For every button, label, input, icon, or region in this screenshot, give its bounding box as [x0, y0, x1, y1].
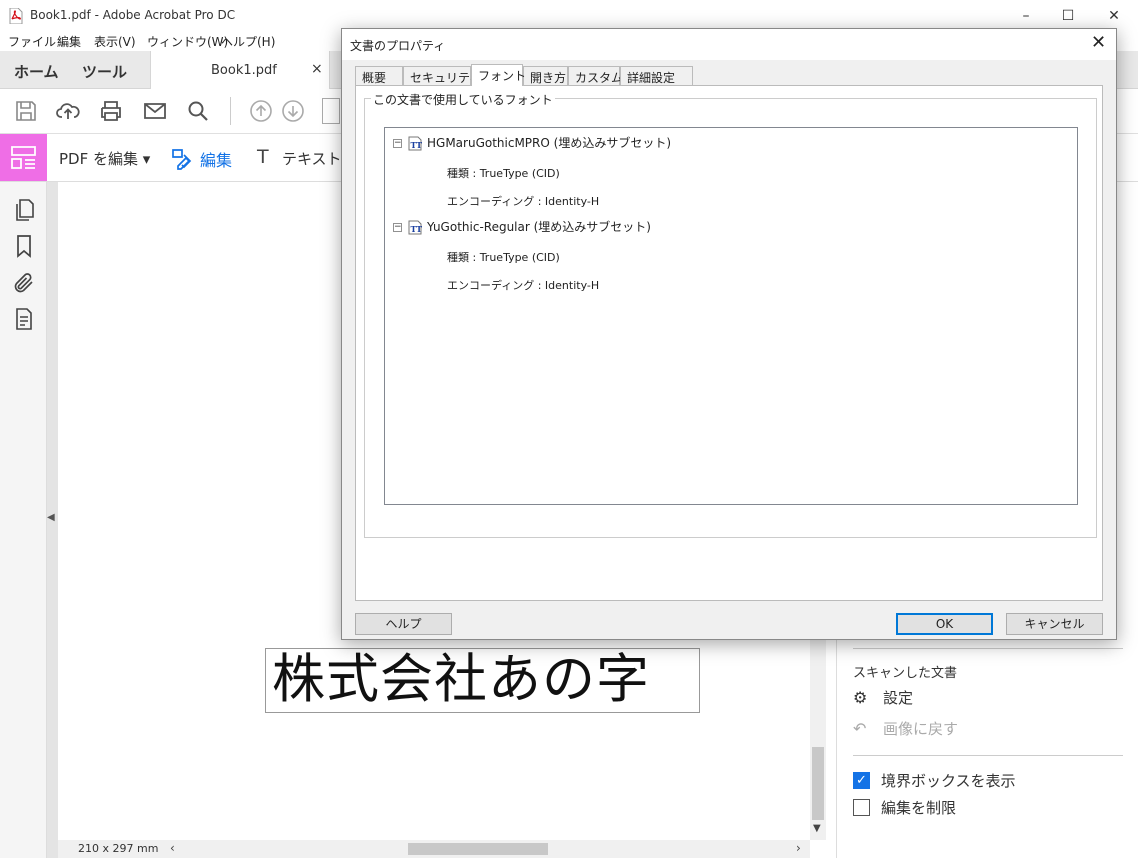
pane-divider — [853, 755, 1123, 756]
menu-window[interactable]: ウィンドウ(W) — [147, 33, 228, 50]
document-properties-dialog: 文書のプロパティ ✕ 概要 セキュリティ フォント 開き方 カスタム 詳細設定 … — [341, 28, 1117, 640]
app-titlebar: Book1.pdf - Adobe Acrobat Pro DC – ☐ ✕ — [0, 0, 1138, 31]
tab-document[interactable]: Book1.pdf × — [150, 51, 330, 89]
horizontal-scroll-thumb[interactable] — [408, 843, 548, 855]
document-properties-icon[interactable] — [12, 307, 36, 331]
truetype-font-icon: TT — [408, 220, 422, 235]
page-thumbnails-icon[interactable] — [12, 198, 36, 222]
add-text-icon[interactable]: T — [257, 146, 269, 168]
bookmark-icon[interactable] — [12, 234, 36, 258]
collapse-node-icon[interactable]: − — [393, 139, 402, 148]
tab-advanced[interactable]: 詳細設定 — [620, 66, 693, 85]
tab-summary[interactable]: 概要 — [355, 66, 403, 85]
page-number-input[interactable] — [322, 98, 340, 124]
tab-custom[interactable]: カスタム — [568, 66, 623, 85]
vertical-scroll-thumb[interactable] — [812, 747, 824, 820]
font-tree-node[interactable]: − TT YuGothic-Regular (埋め込みサブセット) — [393, 218, 651, 235]
ok-button[interactable]: OK — [896, 613, 993, 635]
fonts-group-label: この文書で使用しているフォント — [371, 91, 555, 108]
menu-file[interactable]: ファイル — [8, 33, 56, 50]
dialog-title: 文書のプロパティ — [350, 39, 446, 53]
tab-document-label: Book1.pdf — [211, 63, 277, 78]
save-icon[interactable] — [14, 99, 38, 123]
toolbar-divider — [230, 97, 231, 125]
font-name: YuGothic-Regular (埋め込みサブセット) — [427, 220, 651, 234]
close-tab-icon[interactable]: × — [311, 61, 323, 77]
menu-help[interactable]: ヘルプ(H) — [221, 33, 275, 50]
revert-to-image-label: 画像に戻す — [883, 720, 959, 738]
left-navigation-rail — [0, 182, 47, 858]
tab-home[interactable]: ホーム — [14, 61, 59, 82]
svg-text:TT: TT — [411, 140, 423, 150]
close-window-icon[interactable]: ✕ — [1104, 6, 1124, 26]
company-name-text: 株式会社あの字 — [272, 649, 650, 710]
scanned-document-heading: スキャンした文書 — [853, 666, 958, 681]
window-title: Book1.pdf - Adobe Acrobat Pro DC — [30, 8, 236, 22]
dialog-titlebar: 文書のプロパティ ✕ — [342, 29, 1116, 60]
edit-button-label[interactable]: 編集 — [200, 147, 232, 171]
truetype-font-icon: TT — [408, 136, 422, 151]
font-tree-list[interactable]: − TT HGMaruGothicMPRO (埋め込みサブセット) 種類 : Tru… — [384, 127, 1078, 505]
dialog-close-icon[interactable]: ✕ — [1091, 32, 1106, 53]
next-page-icon[interactable] — [281, 99, 305, 123]
font-encoding-entry: エンコーディング : Identity-H — [447, 279, 600, 292]
tab-security[interactable]: セキュリティ — [403, 66, 481, 85]
font-type-entry: 種類 : TrueType (CID) — [447, 251, 560, 264]
collapse-node-icon[interactable]: − — [393, 223, 402, 232]
edit-text-image-icon[interactable] — [170, 146, 194, 170]
restrict-editing-checkbox[interactable] — [853, 799, 870, 816]
tab-initial-view[interactable]: 開き方 — [523, 66, 568, 85]
print-icon[interactable] — [99, 99, 123, 123]
horizontal-scrollbar[interactable]: 210 x 297 mm ‹ › — [58, 840, 810, 858]
maximize-icon[interactable]: ☐ — [1058, 6, 1078, 26]
menu-view[interactable]: 表示(V) — [94, 33, 136, 50]
scroll-left-icon[interactable]: ‹ — [170, 841, 175, 855]
previous-page-icon[interactable] — [249, 99, 273, 123]
show-bounding-box-label[interactable]: 境界ボックスを表示 — [881, 770, 1016, 791]
help-button[interactable]: ヘルプ — [355, 613, 452, 635]
menu-edit[interactable]: 編集 — [57, 33, 81, 50]
cancel-button[interactable]: キャンセル — [1006, 613, 1103, 635]
show-bounding-box-checkbox[interactable]: ✓ — [853, 772, 870, 789]
cloud-upload-icon[interactable] — [56, 99, 80, 123]
revert-to-image-button[interactable]: ↶ 画像に戻す — [853, 718, 958, 739]
minimize-icon[interactable]: – — [1016, 6, 1036, 26]
font-type-entry: 種類 : TrueType (CID) — [447, 167, 560, 180]
restrict-editing-label[interactable]: 編集を制限 — [881, 797, 956, 818]
settings-button[interactable]: ⚙ 設定 — [853, 687, 913, 708]
email-icon[interactable] — [143, 99, 167, 123]
pane-divider — [853, 648, 1123, 649]
collapse-left-panel-icon[interactable]: ◀ — [47, 512, 55, 523]
pdf-edit-dropdown[interactable]: PDF を編集 ▾ — [59, 148, 150, 169]
text-box[interactable]: 株式会社あの字 — [265, 648, 700, 713]
acrobat-pdf-icon — [9, 8, 23, 24]
svg-text:TT: TT — [411, 224, 423, 234]
fonts-group-box: この文書で使用しているフォント − TT HGMaruGothicMPRO (埋め込… — [364, 91, 1097, 538]
scroll-right-icon[interactable]: › — [796, 841, 801, 855]
tab-tools[interactable]: ツール — [82, 61, 127, 82]
scroll-down-icon[interactable]: ▼ — [813, 823, 821, 834]
attachment-icon[interactable] — [12, 271, 36, 295]
settings-label: 設定 — [883, 689, 914, 707]
font-encoding-entry: エンコーディング : Identity-H — [447, 195, 600, 208]
edit-pdf-tool-icon[interactable] — [0, 134, 47, 181]
font-tree-node[interactable]: − TT HGMaruGothicMPRO (埋め込みサブセット) — [393, 134, 671, 151]
undo-icon: ↶ — [853, 719, 867, 738]
gear-icon: ⚙ — [853, 688, 868, 707]
tab-fonts[interactable]: フォント — [471, 64, 526, 86]
page-size-indicator: 210 x 297 mm — [78, 842, 159, 855]
fonts-tab-panel: この文書で使用しているフォント − TT HGMaruGothicMPRO (埋め込… — [355, 85, 1103, 601]
font-name: HGMaruGothicMPRO (埋め込みサブセット) — [427, 136, 672, 150]
search-icon[interactable] — [186, 99, 210, 123]
